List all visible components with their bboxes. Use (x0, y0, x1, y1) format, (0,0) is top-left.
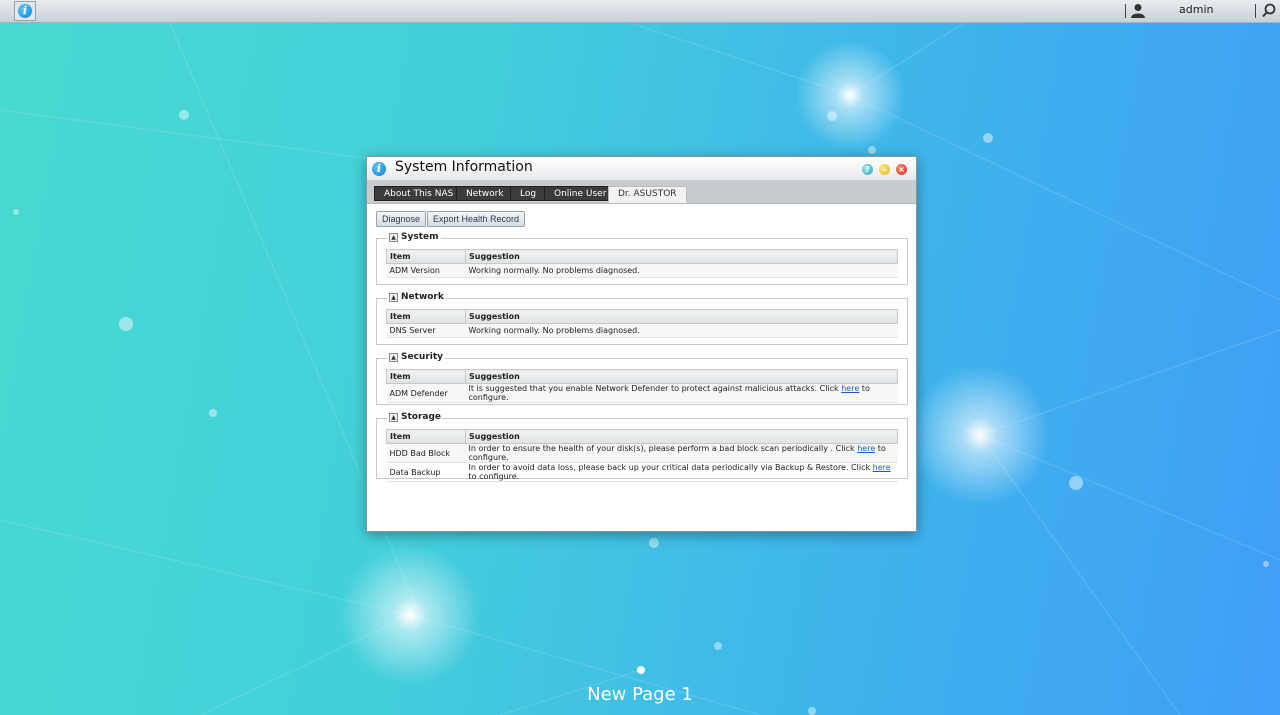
page-indicator-dot[interactable] (637, 666, 645, 674)
suggestion-cell: Working normally. No problems diagnosed. (465, 263, 898, 278)
section-header: ▲ System (387, 232, 441, 242)
system-information-taskbar-button[interactable]: i (14, 1, 36, 21)
diagnosis-table: Item Suggestion ADM Version Working norm… (386, 249, 898, 278)
table-row: Data Backup In order to avoid data loss,… (386, 462, 898, 482)
taskbar: i admin (0, 0, 1280, 23)
section-title: System (401, 232, 439, 242)
user-name[interactable]: admin (1179, 3, 1213, 16)
collapse-icon[interactable]: ▲ (389, 412, 398, 422)
column-header-suggestion: Suggestion (465, 369, 898, 384)
section-title: Storage (401, 412, 442, 422)
collapse-icon[interactable]: ▲ (389, 232, 398, 242)
table-header-row: Item Suggestion (386, 249, 898, 264)
table-row: HDD Bad Block In order to ensure the hea… (386, 443, 898, 463)
table-header-row: Item Suggestion (386, 309, 898, 324)
column-header-item: Item (386, 309, 466, 324)
suggestion-cell: In order to ensure the health of your di… (465, 443, 898, 463)
export-health-record-button[interactable]: Export Health Record (427, 211, 526, 227)
column-header-suggestion: Suggestion (465, 429, 898, 444)
collapse-icon[interactable]: ▲ (389, 292, 398, 302)
suggestion-text: In order to avoid data loss, please back… (468, 463, 873, 472)
diagnose-button[interactable]: Diagnose (376, 211, 427, 227)
info-icon: i (372, 162, 386, 176)
suggestion-cell: Working normally. No problems diagnosed. (465, 323, 898, 338)
section-title: Security (401, 352, 444, 362)
table-row: ADM Version Working normally. No problem… (386, 263, 898, 278)
configure-here-link[interactable]: here (841, 384, 859, 393)
diagnosis-table: Item Suggestion ADM Defender It is sugge… (386, 369, 898, 403)
item-cell: HDD Bad Block (386, 443, 466, 463)
table-row: DNS Server Working normally. No problems… (386, 323, 898, 338)
tab-network[interactable]: Network (456, 186, 514, 201)
tab-about-this-nas[interactable]: About This NAS (374, 186, 464, 201)
desktop-page-label: New Page 1 (587, 684, 693, 705)
item-cell: Data Backup (386, 462, 466, 482)
suggestion-cell: It is suggested that you enable Network … (465, 383, 898, 403)
system-information-window: i System Information ? – × About This NA… (366, 156, 917, 532)
window-title: System Information (395, 159, 533, 175)
minimize-icon[interactable]: – (879, 164, 890, 175)
user-icon[interactable] (1131, 3, 1145, 18)
section-system: ▲ System Item Suggestion ADM Version Wor… (376, 232, 908, 285)
taskbar-separator (1255, 4, 1256, 18)
item-cell: ADM Defender (386, 383, 466, 403)
section-title: Network (401, 292, 444, 302)
help-icon[interactable]: ? (862, 164, 873, 175)
collapse-icon[interactable]: ▲ (389, 352, 398, 362)
tab-log[interactable]: Log (510, 186, 547, 201)
tab-dr-asustor[interactable]: Dr. ASUSTOR (608, 186, 687, 203)
tab-online-user[interactable]: Online User (544, 186, 617, 201)
close-icon[interactable]: × (896, 164, 907, 175)
column-header-item: Item (386, 429, 466, 444)
configure-here-link[interactable]: here (857, 444, 875, 453)
section-storage: ▲ Storage Item Suggestion HDD Bad Block … (376, 412, 908, 482)
table-header-row: Item Suggestion (386, 369, 898, 384)
diagnosis-table: Item Suggestion HDD Bad Block In order t… (386, 429, 898, 482)
item-cell: ADM Version (386, 263, 466, 278)
taskbar-separator (1125, 4, 1126, 18)
suggestion-text: It is suggested that you enable Network … (468, 384, 842, 393)
column-header-item: Item (386, 249, 466, 264)
section-security: ▲ Security Item Suggestion ADM Defender … (376, 352, 908, 405)
tab-bar: About This NAS Network Log Online User D… (367, 180, 916, 204)
section-header: ▲ Network (387, 292, 446, 302)
section-network: ▲ Network Item Suggestion DNS Server Wor… (376, 292, 908, 345)
diagnosis-table: Item Suggestion DNS Server Working norma… (386, 309, 898, 338)
column-header-suggestion: Suggestion (465, 249, 898, 264)
search-icon[interactable] (1262, 3, 1276, 18)
section-header: ▲ Security (387, 352, 446, 362)
suggestion-cell: In order to avoid data loss, please back… (465, 462, 898, 482)
suggestion-text: In order to ensure the health of your di… (468, 444, 858, 453)
info-icon: i (18, 4, 32, 18)
column-header-item: Item (386, 369, 466, 384)
window-titlebar[interactable]: i System Information ? – × (367, 157, 916, 180)
column-header-suggestion: Suggestion (465, 309, 898, 324)
suggestion-text: to configure. (468, 472, 520, 481)
section-header: ▲ Storage (387, 412, 444, 422)
table-row: ADM Defender It is suggested that you en… (386, 383, 898, 403)
table-header-row: Item Suggestion (386, 429, 898, 444)
configure-here-link[interactable]: here (873, 463, 891, 472)
item-cell: DNS Server (386, 323, 466, 338)
